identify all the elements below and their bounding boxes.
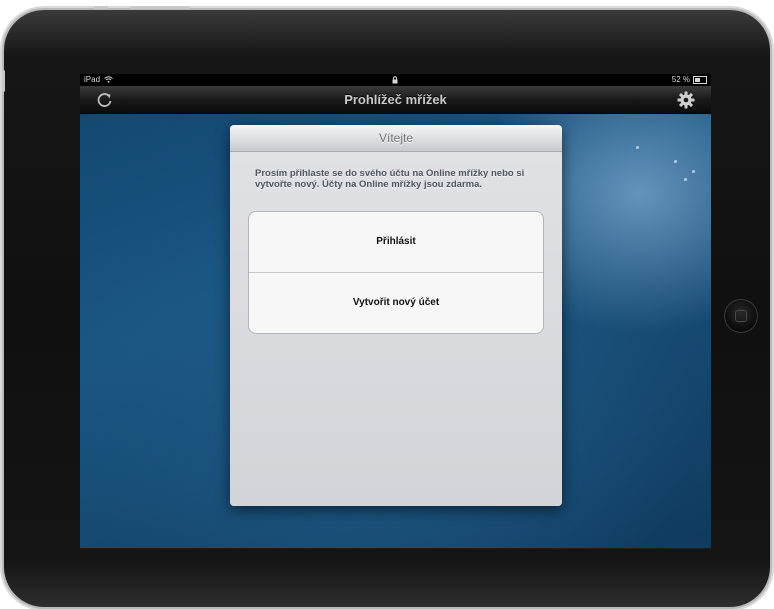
dialog-body: Prosím přihlaste se do svého účtu na Onl… xyxy=(230,152,562,506)
home-button-square-icon xyxy=(735,310,747,322)
welcome-dialog: Vítejte Prosím přihlaste se do svého účt… xyxy=(230,125,562,506)
volume-button[interactable] xyxy=(2,70,5,92)
home-button[interactable] xyxy=(724,299,758,333)
dialog-header: Vítejte xyxy=(230,125,562,152)
battery-fill xyxy=(695,78,700,82)
wallpaper-sparkle xyxy=(636,146,639,149)
lock-icon xyxy=(392,76,398,84)
login-button[interactable]: Přihlásit xyxy=(249,212,543,273)
dialog-message: Prosím přihlaste se do svého účtu na Onl… xyxy=(255,168,525,190)
top-button-left[interactable] xyxy=(94,6,108,9)
device-label: iPad xyxy=(84,75,101,84)
wallpaper-sparkle xyxy=(692,170,695,173)
dialog-title: Vítejte xyxy=(378,131,414,145)
navigation-bar: Prohlížeč mřížek xyxy=(80,86,711,114)
status-right: 52 % xyxy=(672,74,707,86)
status-bar: iPad 52 % xyxy=(80,74,711,86)
screen-bottom-edge xyxy=(80,548,711,549)
wifi-icon xyxy=(104,76,114,84)
status-device-label: iPad xyxy=(84,74,114,86)
wallpaper-sparkle xyxy=(684,178,687,181)
battery-icon xyxy=(693,76,707,84)
create-account-button[interactable]: Vytvořit nový účet xyxy=(249,273,543,333)
battery-percent: 52 % xyxy=(671,75,690,84)
screen: iPad 52 % Prohlížeč mřížek Vítejte Prosí… xyxy=(80,74,711,548)
gear-icon[interactable] xyxy=(677,91,695,109)
wallpaper-sparkle xyxy=(674,160,677,163)
nav-title: Prohlížeč mřížek xyxy=(344,92,447,107)
dialog-button-group: Přihlásit Vytvořit nový účet xyxy=(248,211,544,334)
top-button-right[interactable] xyxy=(130,6,190,9)
